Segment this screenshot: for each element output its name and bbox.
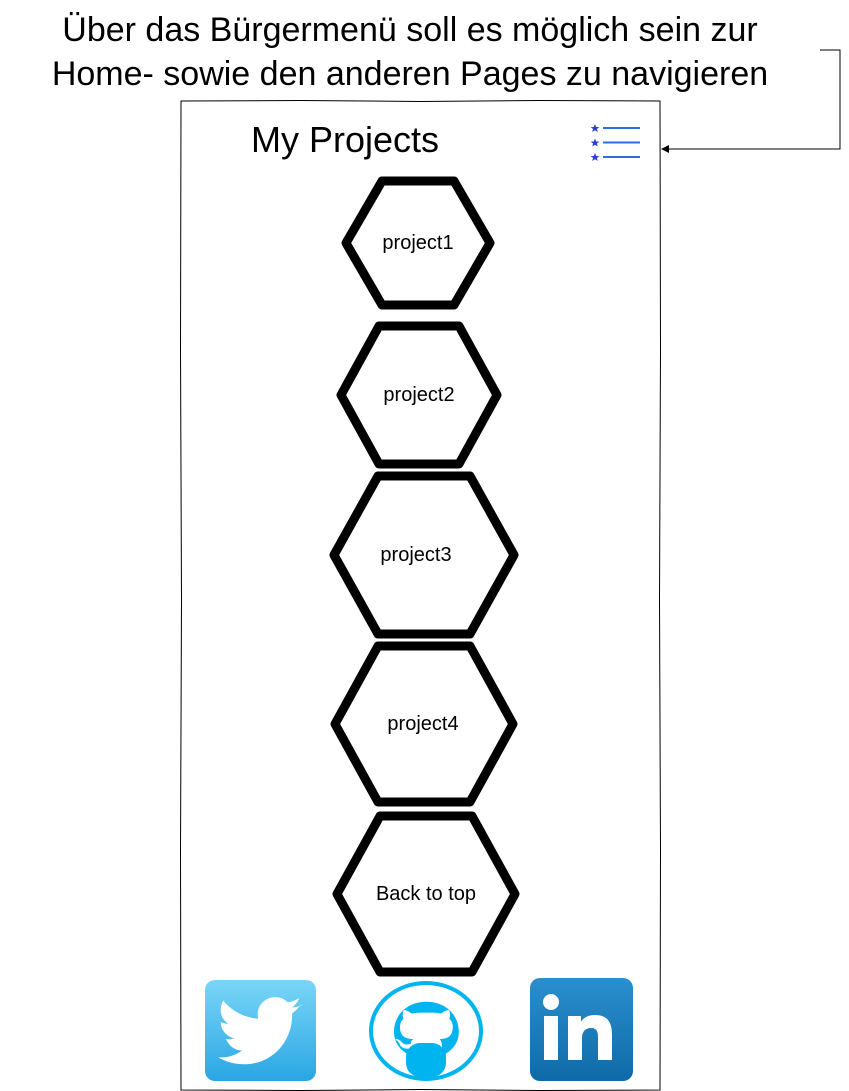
hex-back-to-top[interactable]: Back to top bbox=[331, 810, 521, 978]
github-link[interactable] bbox=[369, 981, 483, 1081]
hex-project3[interactable]: project3 bbox=[328, 470, 520, 640]
annotation-line-1: Über das Bürgermenü soll es möglich sein… bbox=[62, 11, 758, 49]
hex-label-project1: project1 bbox=[382, 231, 454, 254]
phone-frame: My Projects project1 project2 project3 p… bbox=[180, 100, 662, 1091]
hex-label-project3: project3 bbox=[380, 543, 452, 566]
twitter-link[interactable] bbox=[205, 980, 316, 1081]
linkedin-link[interactable] bbox=[530, 978, 633, 1081]
annotation-text: Über das Bürgermenü soll es möglich sein… bbox=[0, 8, 820, 96]
twitter-icon bbox=[205, 980, 316, 1081]
github-icon bbox=[369, 981, 483, 1081]
burger-menu-icon bbox=[590, 124, 640, 161]
page-title: My Projects bbox=[251, 119, 440, 160]
hex-project2[interactable]: project2 bbox=[335, 320, 503, 470]
hex-label-project4: project4 bbox=[387, 712, 459, 735]
hex-label-project2: project2 bbox=[383, 383, 455, 406]
hex-project4[interactable]: project4 bbox=[329, 640, 519, 808]
hex-label-back-to-top: Back to top bbox=[375, 882, 477, 905]
hex-project1[interactable]: project1 bbox=[340, 175, 496, 311]
annotation-line-2: Home- sowie den anderen Pages zu navigie… bbox=[51, 55, 769, 93]
burger-menu-button[interactable] bbox=[589, 122, 643, 162]
linkedin-icon bbox=[530, 978, 633, 1081]
